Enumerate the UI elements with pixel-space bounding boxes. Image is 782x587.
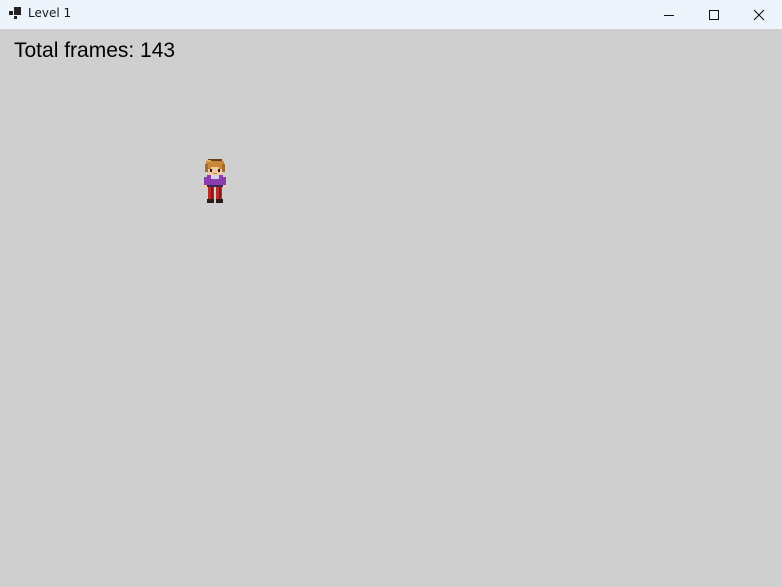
app-window-icon [9,7,21,19]
maximize-icon [709,9,719,20]
minimize-icon [664,14,674,16]
frame-counter: Total frames: 143 [14,39,176,62]
minimize-button[interactable] [646,0,692,29]
close-button[interactable] [736,0,782,29]
game-canvas[interactable]: Total frames: 143 [0,29,782,587]
player-character-sprite [204,159,226,203]
window-title: Level 1 [28,6,72,20]
close-icon [753,9,765,20]
title-bar[interactable]: Level 1 [0,0,782,29]
game-window: Level 1 Total frames: 143 [0,0,782,587]
maximize-button[interactable] [691,0,737,29]
